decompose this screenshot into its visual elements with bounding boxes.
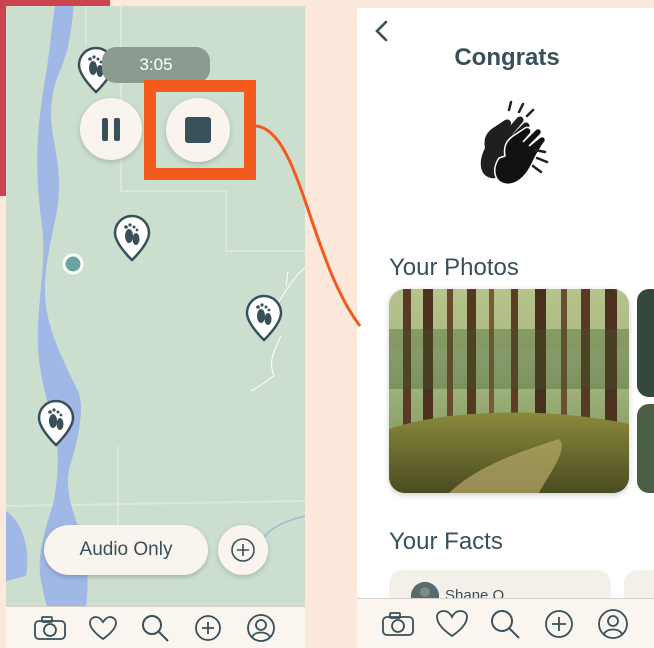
flow-connector <box>255 124 362 327</box>
